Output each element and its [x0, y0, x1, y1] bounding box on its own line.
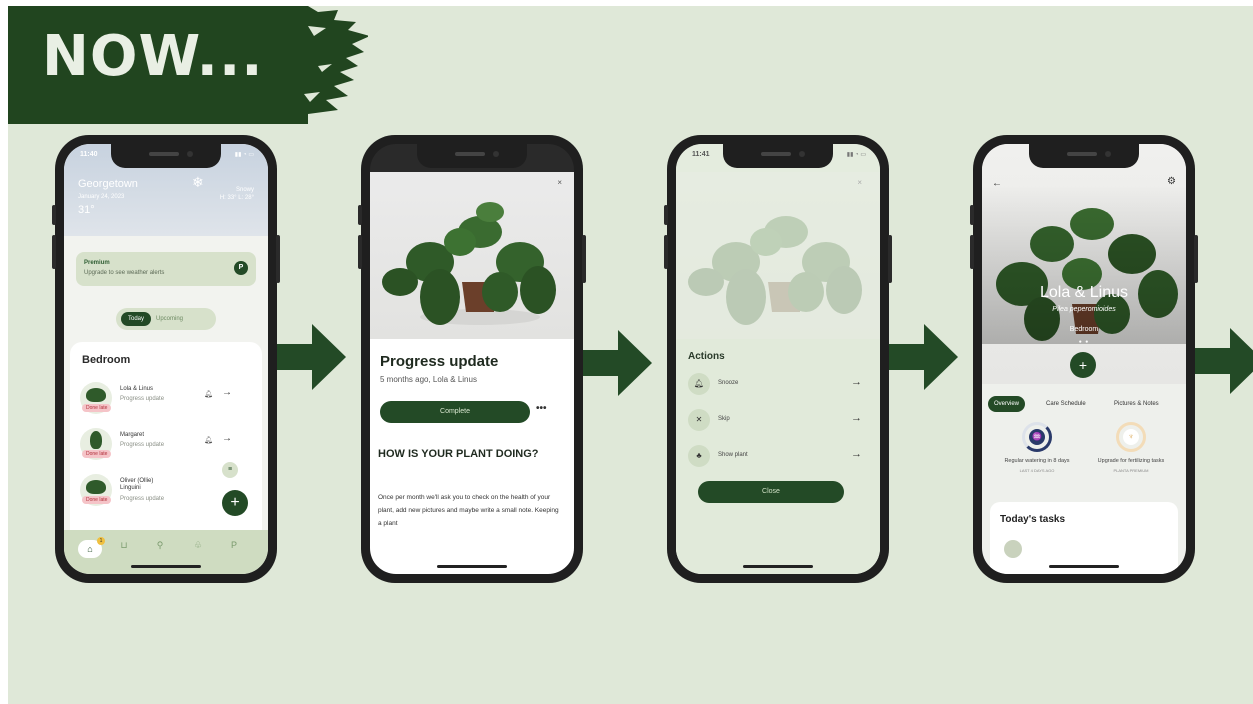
fertilizing-sub: PLANTA PREMIUM: [1113, 468, 1149, 473]
arrow-right-icon[interactable]: →: [222, 387, 232, 398]
photo-pager-dots: ● ●: [1078, 339, 1090, 345]
sheet-title: Actions: [688, 351, 725, 362]
subtitle: 5 months ago, Lola & Linus: [380, 375, 477, 384]
phone-home-screen: 11:40 ▮▮ ◔ ▭ ❄ Georgetown January 24, 20…: [52, 135, 280, 583]
phone-plant-detail: ← ⚙ Lola & Linus Pilea peperomioides Bed…: [970, 135, 1198, 583]
day-segmented-control: Today Upcoming: [116, 308, 216, 330]
close-icon[interactable]: ×: [557, 178, 562, 187]
progress-sheet: Progress update 5 months ago, Lola & Lin…: [370, 339, 574, 574]
fertilizing-label: Upgrade for fertilizing tasks: [1097, 458, 1165, 464]
status-time: 11:41: [692, 151, 710, 158]
search-icon[interactable]: ⚲: [150, 540, 170, 551]
plant-name: Oliver (Ollie) Linguini: [120, 478, 154, 491]
leaf-icon[interactable]: ♧: [188, 540, 208, 551]
status-time: 11:40: [80, 151, 98, 158]
plant-icon: ♣: [688, 445, 710, 467]
status-badge: Done late: [82, 404, 112, 412]
bell-icon: 🔔︎: [688, 373, 710, 395]
action-label: Snooze: [718, 380, 739, 386]
weather-date: January 24, 2023: [78, 194, 125, 200]
phone-progress-update: × Progress update 5 months ago, Lola & L…: [358, 135, 586, 583]
section-heading: HOW IS YOUR PLANT DOING?: [378, 448, 539, 460]
avatar: [1004, 540, 1022, 558]
banner-title: NOW...: [42, 24, 264, 89]
todays-tasks-card: Today's tasks: [990, 502, 1178, 574]
notification-badge: 1: [97, 537, 105, 545]
status-icons: ▮▮ ◔ ▭: [234, 152, 254, 158]
plant-name: Lola & Linus: [1039, 284, 1129, 301]
add-plant-button[interactable]: +: [222, 490, 248, 516]
task-label: Progress update: [120, 442, 165, 448]
detail-tabs: Overview Care Schedule Pictures & Notes: [988, 396, 1184, 412]
close-icon[interactable]: ×: [857, 178, 862, 187]
bell-icon[interactable]: 🔔︎: [204, 390, 213, 398]
arrow-right-icon: →: [851, 412, 862, 424]
task-label: Progress update: [120, 396, 165, 402]
tasks-title: Today's tasks: [1000, 514, 1065, 525]
plant-photo: [370, 172, 574, 339]
status-badge: Done late: [82, 450, 112, 458]
close-button[interactable]: Close: [698, 481, 844, 503]
actions-sheet: Actions 🔔︎ Snooze → ✕ Skip → ♣ Show plan…: [676, 339, 880, 574]
action-label: Skip: [718, 416, 730, 422]
room-title: Bedroom: [82, 354, 131, 366]
weather-temp: 31°: [78, 204, 95, 216]
weather-city: Georgetown: [78, 178, 138, 190]
premium-title: Premium: [84, 260, 110, 266]
premium-badge: P: [234, 261, 248, 275]
arrow-right-icon: →: [851, 376, 862, 388]
plant-scientific-name: Pilea peperomioides: [1052, 306, 1116, 313]
tab-upcoming[interactable]: Upcoming: [156, 312, 183, 326]
premium-banner[interactable]: Premium Upgrade to see weather alerts P: [76, 252, 256, 286]
plant-pot-icon[interactable]: ⊔: [114, 540, 134, 551]
action-snooze[interactable]: 🔔︎ Snooze →: [688, 373, 868, 395]
home-icon[interactable]: ⌂ 1: [78, 537, 105, 558]
arrow-right-icon: →: [851, 448, 862, 460]
page-title: Progress update: [380, 353, 499, 370]
phone-actions-sheet: 11:41 ▮▮ ◔ ▭ × Actions 🔔︎ Snooze → ✕ Ski…: [664, 135, 892, 583]
list-item[interactable]: Done late Lola & Linus Progress update 🔔…: [80, 382, 250, 422]
list-item[interactable]: Done late Margaret Progress update 🔔︎ →: [80, 428, 250, 468]
task-label: Progress update: [120, 496, 165, 502]
tab-care-schedule[interactable]: Care Schedule: [1046, 396, 1086, 412]
plant-name: Lola & Linus: [120, 386, 154, 392]
action-label: Show plant: [718, 452, 748, 458]
sort-icon[interactable]: ≡: [222, 462, 238, 478]
action-show-plant[interactable]: ♣ Show plant →: [688, 445, 868, 467]
weather-condition: Snowy H: 33° L: 28°: [219, 187, 254, 201]
action-skip[interactable]: ✕ Skip →: [688, 409, 868, 431]
plant-name: Margaret: [120, 432, 145, 438]
tab-overview[interactable]: Overview: [988, 396, 1026, 412]
snowflake-icon: ❄: [192, 174, 204, 190]
arrow-right-icon: [582, 330, 652, 396]
tab-today[interactable]: Today: [121, 312, 151, 326]
slide-canvas: NOW... 11:40 ▮▮ ◔ ▭ ❄ Georgetown January…: [8, 6, 1253, 704]
tab-pictures-notes[interactable]: Pictures & Notes: [1114, 396, 1159, 412]
arrow-right-icon[interactable]: →: [222, 433, 232, 444]
more-options-icon[interactable]: •••: [536, 403, 547, 414]
add-button[interactable]: +: [1070, 352, 1096, 378]
profile-tab[interactable]: P: [224, 540, 244, 550]
plant-room: Bedroom: [1069, 326, 1099, 333]
watering-label: Regular watering in 8 days: [1004, 458, 1070, 464]
watering-can-icon: ♒: [1029, 429, 1045, 445]
status-icons: ▮▮ ◔ ▭: [846, 152, 866, 158]
premium-subtitle: Upgrade to see weather alerts: [84, 270, 165, 276]
arrow-right-icon: [276, 324, 346, 390]
complete-button[interactable]: Complete: [380, 401, 530, 423]
fertilizing-stat[interactable]: ♆ Upgrade for fertilizing tasks PLANTA P…: [1088, 422, 1174, 473]
watering-stat[interactable]: ♒ Regular watering in 8 days LAST 4 DAYS…: [994, 422, 1080, 473]
arrow-right-icon: [1194, 328, 1253, 394]
gear-icon[interactable]: ⚙: [1167, 176, 1176, 187]
status-badge: Done late: [82, 496, 112, 504]
back-arrow-icon[interactable]: ←: [992, 178, 1002, 189]
bell-icon[interactable]: 🔔︎: [204, 436, 213, 444]
x-icon: ✕: [688, 409, 710, 431]
arrow-right-icon: [888, 324, 958, 390]
fertilizer-icon: ♆: [1123, 429, 1139, 445]
watering-sub: LAST 4 DAYS AGO: [1019, 468, 1055, 473]
body-text: Once per month we'll ask you to check on…: [378, 494, 559, 527]
